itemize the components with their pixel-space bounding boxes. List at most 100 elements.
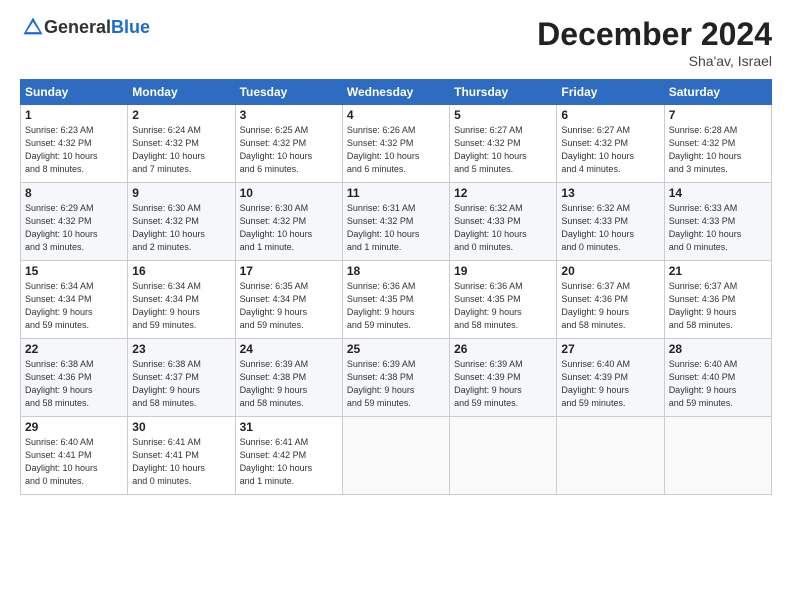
day-number: 2 xyxy=(132,108,230,122)
day-number: 16 xyxy=(132,264,230,278)
location: Sha'av, Israel xyxy=(537,53,772,69)
table-row: 28 Sunrise: 6:40 AM Sunset: 4:40 PM Dayli… xyxy=(664,339,771,417)
col-monday: Monday xyxy=(128,80,235,105)
day-number: 3 xyxy=(240,108,338,122)
table-row: 6Sunrise: 6:27 AM Sunset: 4:32 PM Daylig… xyxy=(557,105,664,183)
table-row: 4 Sunrise: 6:26 AM Sunset: 4:32 PM Daylig… xyxy=(342,105,449,183)
table-row: 8Sunrise: 6:29 AM Sunset: 4:32 PM Daylig… xyxy=(21,183,128,261)
table-row: 22 Sunrise: 6:38 AM Sunset: 4:36 PM Dayli… xyxy=(21,339,128,417)
logo-icon xyxy=(22,16,44,38)
day-info: Sunrise: 6:29 AM Sunset: 4:32 PM Dayligh… xyxy=(25,202,123,254)
table-row: 30 Sunrise: 6:41 AM Sunset: 4:41 PM Dayli… xyxy=(128,417,235,495)
day-info: Sunrise: 6:32 AM Sunset: 4:33 PM Dayligh… xyxy=(561,202,659,254)
day-number: 17 xyxy=(240,264,338,278)
day-number: 9 xyxy=(132,186,230,200)
day-number: 27 xyxy=(561,342,659,356)
table-row xyxy=(664,417,771,495)
table-row: 15 Sunrise: 6:34 AM Sunset: 4:34 PM Dayli… xyxy=(21,261,128,339)
table-row: 11Sunrise: 6:31 AM Sunset: 4:32 PM Dayli… xyxy=(342,183,449,261)
day-info: Sunrise: 6:35 AM Sunset: 4:34 PM Dayligh… xyxy=(240,280,338,332)
table-row: 21 Sunrise: 6:37 AM Sunset: 4:36 PM Dayli… xyxy=(664,261,771,339)
day-number: 7 xyxy=(669,108,767,122)
table-row: 24 Sunrise: 6:39 AM Sunset: 4:38 PM Dayli… xyxy=(235,339,342,417)
table-row xyxy=(557,417,664,495)
day-info: Sunrise: 6:23 AM Sunset: 4:32 PM Dayligh… xyxy=(25,124,123,176)
table-row: 16 Sunrise: 6:34 AM Sunset: 4:34 PM Dayli… xyxy=(128,261,235,339)
col-saturday: Saturday xyxy=(664,80,771,105)
day-info: Sunrise: 6:39 AM Sunset: 4:38 PM Dayligh… xyxy=(240,358,338,410)
day-number: 15 xyxy=(25,264,123,278)
day-info: Sunrise: 6:24 AM Sunset: 4:32 PM Dayligh… xyxy=(132,124,230,176)
day-number: 26 xyxy=(454,342,552,356)
day-number: 28 xyxy=(669,342,767,356)
table-row: 10 Sunrise: 6:30 AM Sunset: 4:32 PM Dayli… xyxy=(235,183,342,261)
table-row: 27 Sunrise: 6:40 AM Sunset: 4:39 PM Dayli… xyxy=(557,339,664,417)
day-number: 4 xyxy=(347,108,445,122)
calendar-week-row-4: 29Sunrise: 6:40 AM Sunset: 4:41 PM Dayli… xyxy=(21,417,772,495)
day-number: 14 xyxy=(669,186,767,200)
day-info: Sunrise: 6:34 AM Sunset: 4:34 PM Dayligh… xyxy=(25,280,123,332)
table-row: 14 Sunrise: 6:33 AM Sunset: 4:33 PM Dayli… xyxy=(664,183,771,261)
table-row: 3Sunrise: 6:25 AM Sunset: 4:32 PM Daylig… xyxy=(235,105,342,183)
calendar-week-row-2: 15 Sunrise: 6:34 AM Sunset: 4:34 PM Dayli… xyxy=(21,261,772,339)
day-info: Sunrise: 6:41 AM Sunset: 4:41 PM Dayligh… xyxy=(132,436,230,488)
day-info: Sunrise: 6:27 AM Sunset: 4:32 PM Dayligh… xyxy=(454,124,552,176)
day-number: 21 xyxy=(669,264,767,278)
logo: GeneralBlue xyxy=(20,16,150,38)
day-number: 19 xyxy=(454,264,552,278)
table-row: 2 Sunrise: 6:24 AM Sunset: 4:32 PM Daylig… xyxy=(128,105,235,183)
month-title: December 2024 xyxy=(537,16,772,53)
table-row: 31Sunrise: 6:41 AM Sunset: 4:42 PM Dayli… xyxy=(235,417,342,495)
day-number: 29 xyxy=(25,420,123,434)
table-row: 5Sunrise: 6:27 AM Sunset: 4:32 PM Daylig… xyxy=(450,105,557,183)
day-number: 18 xyxy=(347,264,445,278)
day-info: Sunrise: 6:28 AM Sunset: 4:32 PM Dayligh… xyxy=(669,124,767,176)
day-number: 30 xyxy=(132,420,230,434)
day-info: Sunrise: 6:41 AM Sunset: 4:42 PM Dayligh… xyxy=(240,436,338,488)
table-row: 7 Sunrise: 6:28 AM Sunset: 4:32 PM Daylig… xyxy=(664,105,771,183)
day-info: Sunrise: 6:34 AM Sunset: 4:34 PM Dayligh… xyxy=(132,280,230,332)
page: GeneralBlue December 2024 Sha'av, Israel… xyxy=(0,0,792,612)
day-number: 22 xyxy=(25,342,123,356)
day-number: 10 xyxy=(240,186,338,200)
table-row: 19 Sunrise: 6:36 AM Sunset: 4:35 PM Dayli… xyxy=(450,261,557,339)
table-row: 18Sunrise: 6:36 AM Sunset: 4:35 PM Dayli… xyxy=(342,261,449,339)
calendar-week-row-0: 1Sunrise: 6:23 AM Sunset: 4:32 PM Daylig… xyxy=(21,105,772,183)
table-row: 23Sunrise: 6:38 AM Sunset: 4:37 PM Dayli… xyxy=(128,339,235,417)
table-row: 12 Sunrise: 6:32 AM Sunset: 4:33 PM Dayli… xyxy=(450,183,557,261)
day-info: Sunrise: 6:40 AM Sunset: 4:40 PM Dayligh… xyxy=(669,358,767,410)
day-info: Sunrise: 6:38 AM Sunset: 4:36 PM Dayligh… xyxy=(25,358,123,410)
table-row: 17 Sunrise: 6:35 AM Sunset: 4:34 PM Dayli… xyxy=(235,261,342,339)
day-info: Sunrise: 6:37 AM Sunset: 4:36 PM Dayligh… xyxy=(669,280,767,332)
day-info: Sunrise: 6:40 AM Sunset: 4:39 PM Dayligh… xyxy=(561,358,659,410)
calendar-header-row: Sunday Monday Tuesday Wednesday Thursday… xyxy=(21,80,772,105)
day-info: Sunrise: 6:36 AM Sunset: 4:35 PM Dayligh… xyxy=(454,280,552,332)
col-tuesday: Tuesday xyxy=(235,80,342,105)
day-number: 11 xyxy=(347,186,445,200)
table-row: 29Sunrise: 6:40 AM Sunset: 4:41 PM Dayli… xyxy=(21,417,128,495)
table-row: 25Sunrise: 6:39 AM Sunset: 4:38 PM Dayli… xyxy=(342,339,449,417)
header: GeneralBlue December 2024 Sha'av, Israel xyxy=(20,16,772,69)
day-number: 23 xyxy=(132,342,230,356)
calendar-table: Sunday Monday Tuesday Wednesday Thursday… xyxy=(20,79,772,495)
day-number: 6 xyxy=(561,108,659,122)
day-info: Sunrise: 6:26 AM Sunset: 4:32 PM Dayligh… xyxy=(347,124,445,176)
day-info: Sunrise: 6:32 AM Sunset: 4:33 PM Dayligh… xyxy=(454,202,552,254)
table-row: 13 Sunrise: 6:32 AM Sunset: 4:33 PM Dayli… xyxy=(557,183,664,261)
table-row: 9Sunrise: 6:30 AM Sunset: 4:32 PM Daylig… xyxy=(128,183,235,261)
day-number: 20 xyxy=(561,264,659,278)
table-row: 1Sunrise: 6:23 AM Sunset: 4:32 PM Daylig… xyxy=(21,105,128,183)
day-info: Sunrise: 6:30 AM Sunset: 4:32 PM Dayligh… xyxy=(240,202,338,254)
calendar-week-row-1: 8Sunrise: 6:29 AM Sunset: 4:32 PM Daylig… xyxy=(21,183,772,261)
day-number: 25 xyxy=(347,342,445,356)
title-section: December 2024 Sha'av, Israel xyxy=(537,16,772,69)
day-number: 24 xyxy=(240,342,338,356)
day-number: 12 xyxy=(454,186,552,200)
day-number: 13 xyxy=(561,186,659,200)
logo-blue-text: Blue xyxy=(111,17,150,37)
day-info: Sunrise: 6:39 AM Sunset: 4:39 PM Dayligh… xyxy=(454,358,552,410)
table-row: 26 Sunrise: 6:39 AM Sunset: 4:39 PM Dayli… xyxy=(450,339,557,417)
day-info: Sunrise: 6:33 AM Sunset: 4:33 PM Dayligh… xyxy=(669,202,767,254)
col-friday: Friday xyxy=(557,80,664,105)
col-wednesday: Wednesday xyxy=(342,80,449,105)
